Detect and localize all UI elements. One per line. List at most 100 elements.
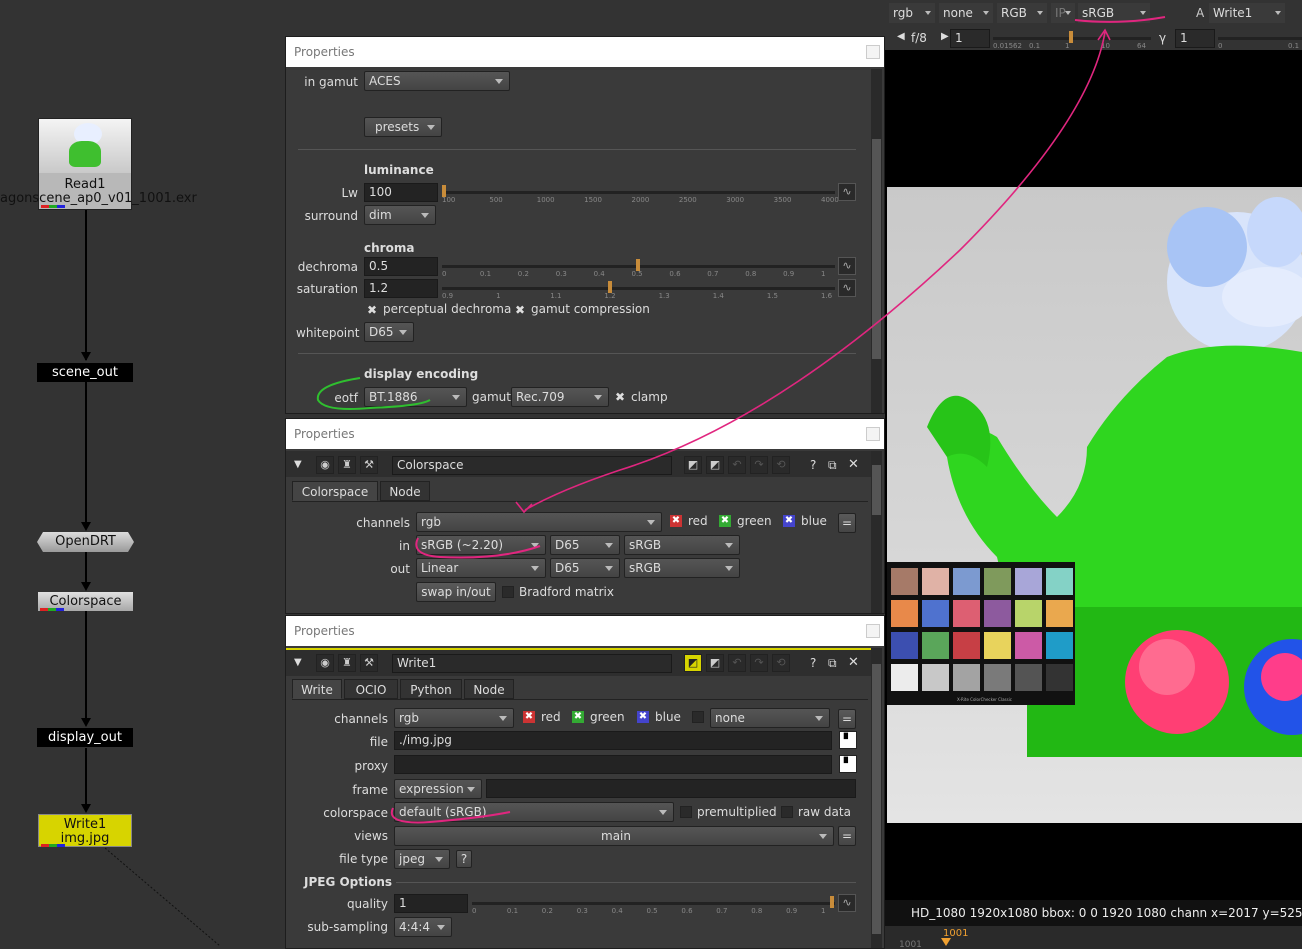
panel-close-button[interactable] [866, 45, 880, 59]
curve-icon[interactable]: ∿ [838, 894, 856, 912]
ip-button[interactable]: IP [1051, 3, 1075, 23]
revert-icon[interactable]: ⟲ [772, 654, 790, 672]
node-graph[interactable]: Read1 agonscene_ap0_v01_1001.exr scene_o… [0, 0, 285, 949]
frame-dropdown[interactable]: expression [394, 779, 482, 799]
clamp-checkbox[interactable]: ✖ [614, 391, 626, 403]
eotf-dropdown[interactable]: BT.1886 [364, 387, 467, 407]
scrollbar-thumb[interactable] [872, 139, 881, 359]
out-colorspace-dropdown[interactable]: Linear [416, 558, 546, 578]
saturation-input[interactable]: 1.2 [364, 279, 438, 298]
lw-slider[interactable]: 100 500 1000 1500 2000 2500 3000 3500 4000 [442, 183, 839, 204]
link-button[interactable]: = [838, 513, 856, 533]
tab-node[interactable]: Node [380, 481, 430, 501]
channels-dropdown[interactable]: rgb [416, 512, 662, 532]
close-icon[interactable]: ✕ [848, 655, 859, 670]
swap-button[interactable]: swap in/out [416, 582, 496, 602]
frame-expression-input[interactable] [486, 779, 856, 798]
curve-icon[interactable]: ∿ [838, 257, 856, 275]
viewer-display-dropdown[interactable]: sRGB [1078, 3, 1150, 23]
panel-scrollbar[interactable] [871, 69, 882, 413]
folder-icon[interactable]: ▘ [839, 731, 857, 749]
tool-icon[interactable]: ⚒ [360, 654, 378, 672]
viewer-icon[interactable]: ◉ [316, 654, 334, 672]
red-checkbox[interactable]: ✖ [523, 711, 535, 723]
file-input[interactable]: ./img.jpg [394, 731, 832, 750]
out-whitepoint-dropdown[interactable]: D65 [550, 558, 620, 578]
viewer[interactable]: rgb none RGB IP sRGB A Write1 ◀ f/8 ▶ 1 … [885, 0, 1302, 949]
float-icon[interactable]: ⧉ [828, 656, 837, 671]
panel-scrollbar[interactable] [871, 648, 882, 948]
premultiplied-checkbox[interactable] [680, 806, 692, 818]
viewer-input-dropdown[interactable]: Write1 [1209, 3, 1285, 23]
opendrt-properties-panel[interactable]: Properties in gamut ACES presets luminan… [285, 36, 885, 414]
blue-checkbox[interactable]: ✖ [637, 711, 649, 723]
playhead[interactable] [941, 938, 951, 946]
blue-checkbox[interactable]: ✖ [783, 515, 795, 527]
saturation-slider[interactable]: 0.9 1 1.1 1.2 1.3 1.4 1.5 1.6 [442, 279, 835, 300]
dechroma-input[interactable]: 0.5 [364, 257, 438, 276]
channels-dropdown[interactable]: rgb [394, 708, 514, 728]
help-icon[interactable]: ? [810, 458, 816, 472]
slider-knob[interactable] [830, 896, 834, 908]
gamut-compression-checkbox[interactable]: ✖ [514, 304, 526, 316]
curve-icon[interactable]: ∿ [838, 279, 856, 297]
out-primaries-dropdown[interactable]: sRGB [624, 558, 740, 578]
float-icon[interactable]: ⧉ [828, 458, 837, 473]
surround-dropdown[interactable]: dim [364, 205, 436, 225]
color-icon[interactable]: ◩ [684, 456, 702, 474]
panel-close-button[interactable] [866, 427, 880, 441]
help-button[interactable]: ? [456, 850, 472, 868]
opendrt-node[interactable]: OpenDRT [37, 532, 134, 552]
link-button[interactable]: = [838, 709, 856, 729]
collapse-icon[interactable]: ▼ [294, 657, 302, 668]
in-whitepoint-dropdown[interactable]: D65 [550, 535, 620, 555]
node-name-input[interactable]: Colorspace [392, 456, 672, 475]
perceptual-dechroma-checkbox[interactable]: ✖ [366, 304, 378, 316]
dechroma-slider[interactable]: 0 0.1 0.2 0.3 0.4 0.5 0.6 0.7 0.8 0.9 1 [442, 257, 835, 278]
viewer-mode-dropdown[interactable]: RGB [997, 3, 1047, 23]
display-out-dot[interactable]: display_out [37, 728, 133, 747]
timeline[interactable]: 1001 1001 [885, 926, 1302, 949]
slider-knob[interactable] [1069, 31, 1073, 43]
viewer-alpha-dropdown[interactable]: none [939, 3, 993, 23]
whitepoint-dropdown[interactable]: D65 [364, 322, 414, 342]
in-colorspace-dropdown[interactable]: sRGB (~2.20) [416, 535, 546, 555]
next-fstop-icon[interactable]: ▶ [941, 31, 949, 42]
colorspace-node[interactable]: Colorspace [38, 592, 133, 611]
node-icon[interactable]: ♜ [338, 456, 356, 474]
tab-colorspace[interactable]: Colorspace [292, 481, 378, 501]
folder-icon[interactable]: ▘ [839, 755, 857, 773]
file-type-dropdown[interactable]: jpeg [394, 849, 450, 869]
in-primaries-dropdown[interactable]: sRGB [624, 535, 740, 555]
bradford-checkbox[interactable] [502, 586, 514, 598]
presets-dropdown[interactable]: presets [364, 117, 442, 137]
tab-node[interactable]: Node [464, 679, 514, 699]
color-icon[interactable]: ◩ [706, 654, 724, 672]
redo-icon[interactable]: ↷ [750, 456, 768, 474]
red-checkbox[interactable]: ✖ [670, 515, 682, 527]
write-node[interactable]: Write1 img.jpg [38, 814, 132, 847]
color-icon[interactable]: ◩ [706, 456, 724, 474]
tab-write[interactable]: Write [292, 679, 342, 699]
colorspace-dropdown[interactable]: default (sRGB) [394, 802, 674, 822]
subsampling-dropdown[interactable]: 4:4:4 [394, 917, 452, 937]
node-name-input[interactable]: Write1 [392, 654, 672, 673]
revert-icon[interactable]: ⟲ [772, 456, 790, 474]
scene-out-dot[interactable]: scene_out [37, 363, 133, 382]
gamma-slider[interactable]: 0 0.1 [1218, 29, 1302, 50]
scrollbar-thumb[interactable] [872, 465, 881, 515]
viewer-icon[interactable]: ◉ [316, 456, 334, 474]
alpha-dropdown[interactable]: none [710, 708, 830, 728]
panel-close-button[interactable] [866, 624, 880, 638]
scrollbar-thumb[interactable] [872, 664, 881, 934]
undo-icon[interactable]: ↶ [728, 456, 746, 474]
raw-data-checkbox[interactable] [781, 806, 793, 818]
tab-python[interactable]: Python [400, 679, 462, 699]
gamma-input[interactable]: 1 [1175, 29, 1215, 48]
green-checkbox[interactable]: ✖ [572, 711, 584, 723]
tool-icon[interactable]: ⚒ [360, 456, 378, 474]
color-icon[interactable]: ◩ [684, 654, 702, 672]
curve-icon[interactable]: ∿ [838, 183, 856, 201]
help-icon[interactable]: ? [810, 656, 816, 670]
tab-ocio[interactable]: OCIO [344, 679, 398, 699]
